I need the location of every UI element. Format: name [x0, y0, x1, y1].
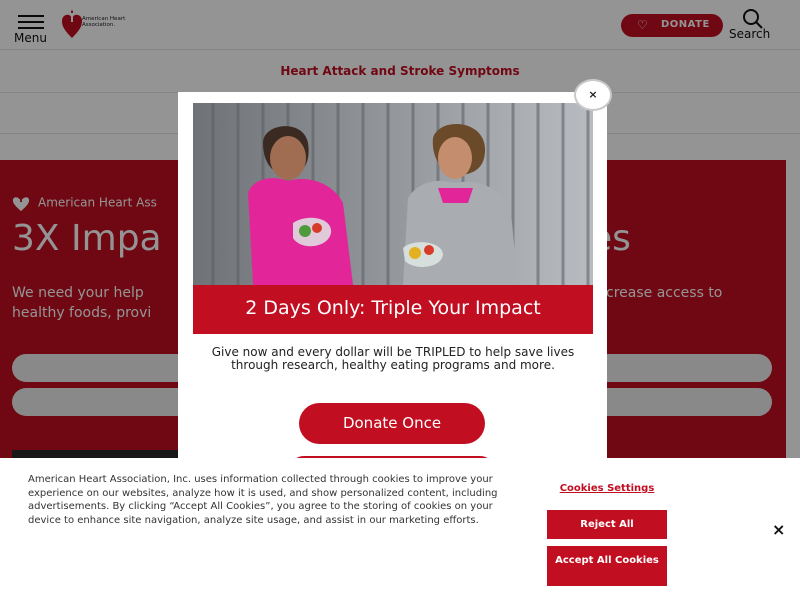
cookies-settings-link[interactable]: Cookies Settings [547, 483, 667, 494]
accept-all-cookies-button[interactable]: Accept All Cookies [547, 546, 667, 586]
donation-modal: 2 Days Only: Triple Your Impact Give now… [178, 92, 607, 472]
photo-illustration [193, 103, 593, 285]
modal-body-text: Give now and every dollar will be TRIPLE… [211, 345, 575, 372]
modal-close-button[interactable]: × [574, 79, 612, 111]
close-icon[interactable]: × [772, 520, 785, 539]
cookie-banner: American Heart Association, Inc. uses in… [0, 458, 800, 600]
modal-headline-banner: 2 Days Only: Triple Your Impact [193, 285, 593, 334]
cookie-notice-text: American Heart Association, Inc. uses in… [28, 474, 498, 526]
donate-once-button[interactable]: Donate Once [299, 403, 485, 444]
modal-headline: 2 Days Only: Triple Your Impact [245, 297, 541, 319]
two-women-eating-salad-image [193, 103, 593, 285]
reject-all-button[interactable]: Reject All [547, 510, 667, 539]
